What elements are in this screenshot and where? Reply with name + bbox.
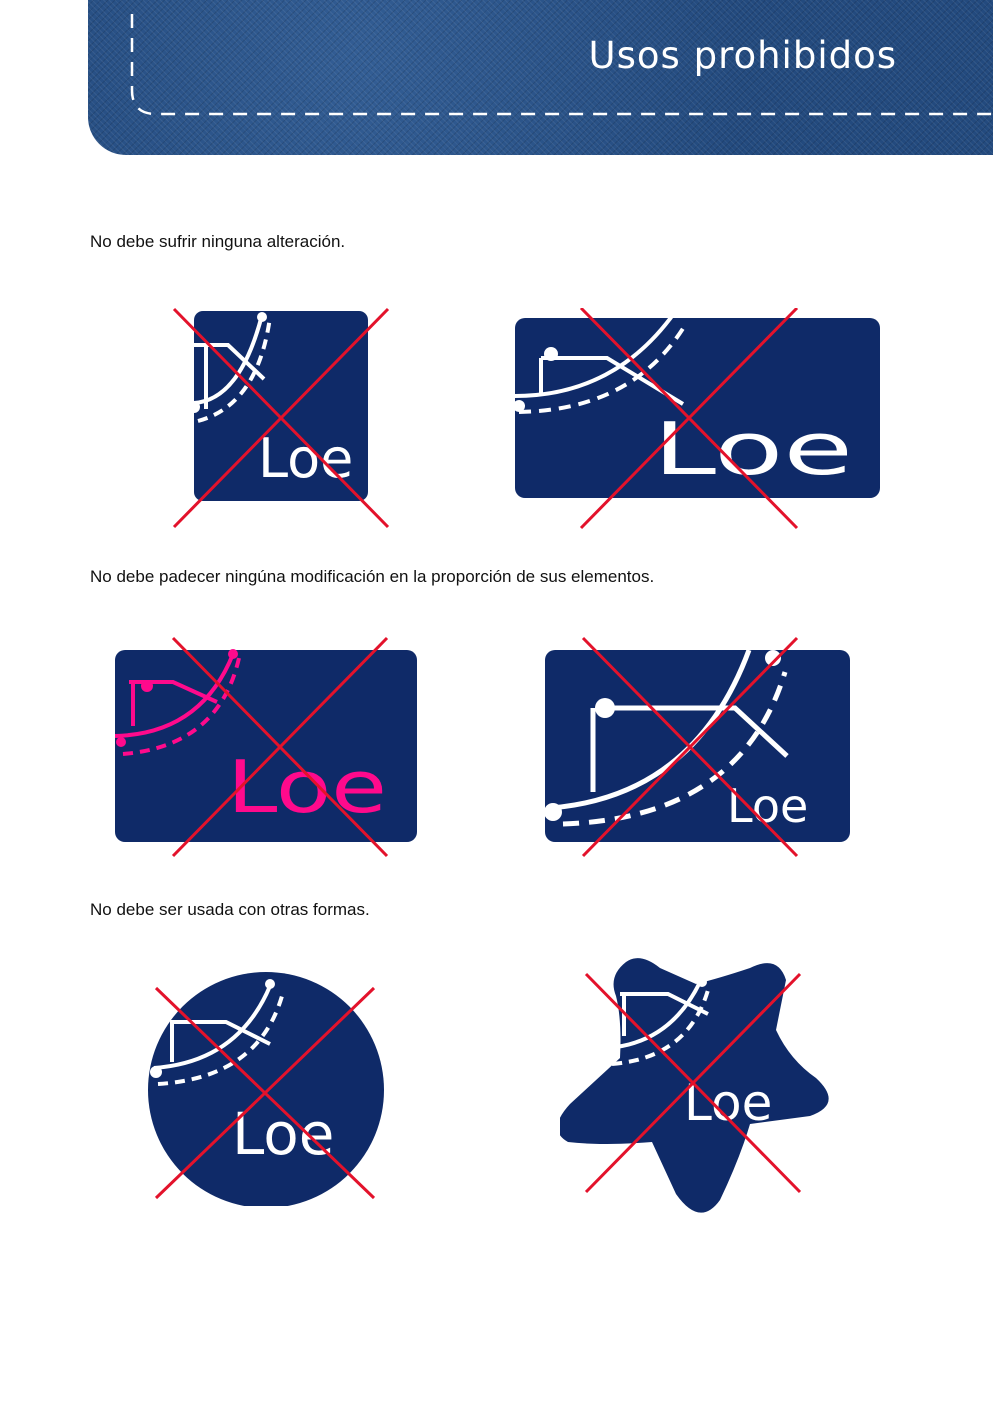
logo-example-resized: Loe [545, 636, 850, 858]
logo-example-square: Loe [170, 305, 395, 533]
logo-example-star: Loe [560, 950, 835, 1215]
logo-wordmark: Loe [653, 407, 853, 491]
logo-wordmark: Loe [684, 1074, 772, 1132]
stitch-line [130, 14, 993, 116]
logo-example-stretched: Loe [515, 308, 880, 530]
section-caption-proportion: No debe padecer ningúna modificación en … [90, 567, 655, 586]
header-banner: Usos prohibidos [88, 0, 993, 155]
section-caption-shapes: No debe ser usada con otras formas. [90, 900, 370, 919]
page-title: Usos prohibidos [588, 34, 897, 77]
logo-example-pink: Loe [115, 636, 417, 858]
section-caption-alteration: No debe sufrir ninguna alteración. [90, 232, 346, 251]
logo-wordmark: Loe [258, 427, 353, 490]
logo-example-circle: Loe [148, 972, 384, 1206]
logo-wordmark: Loe [227, 745, 387, 829]
